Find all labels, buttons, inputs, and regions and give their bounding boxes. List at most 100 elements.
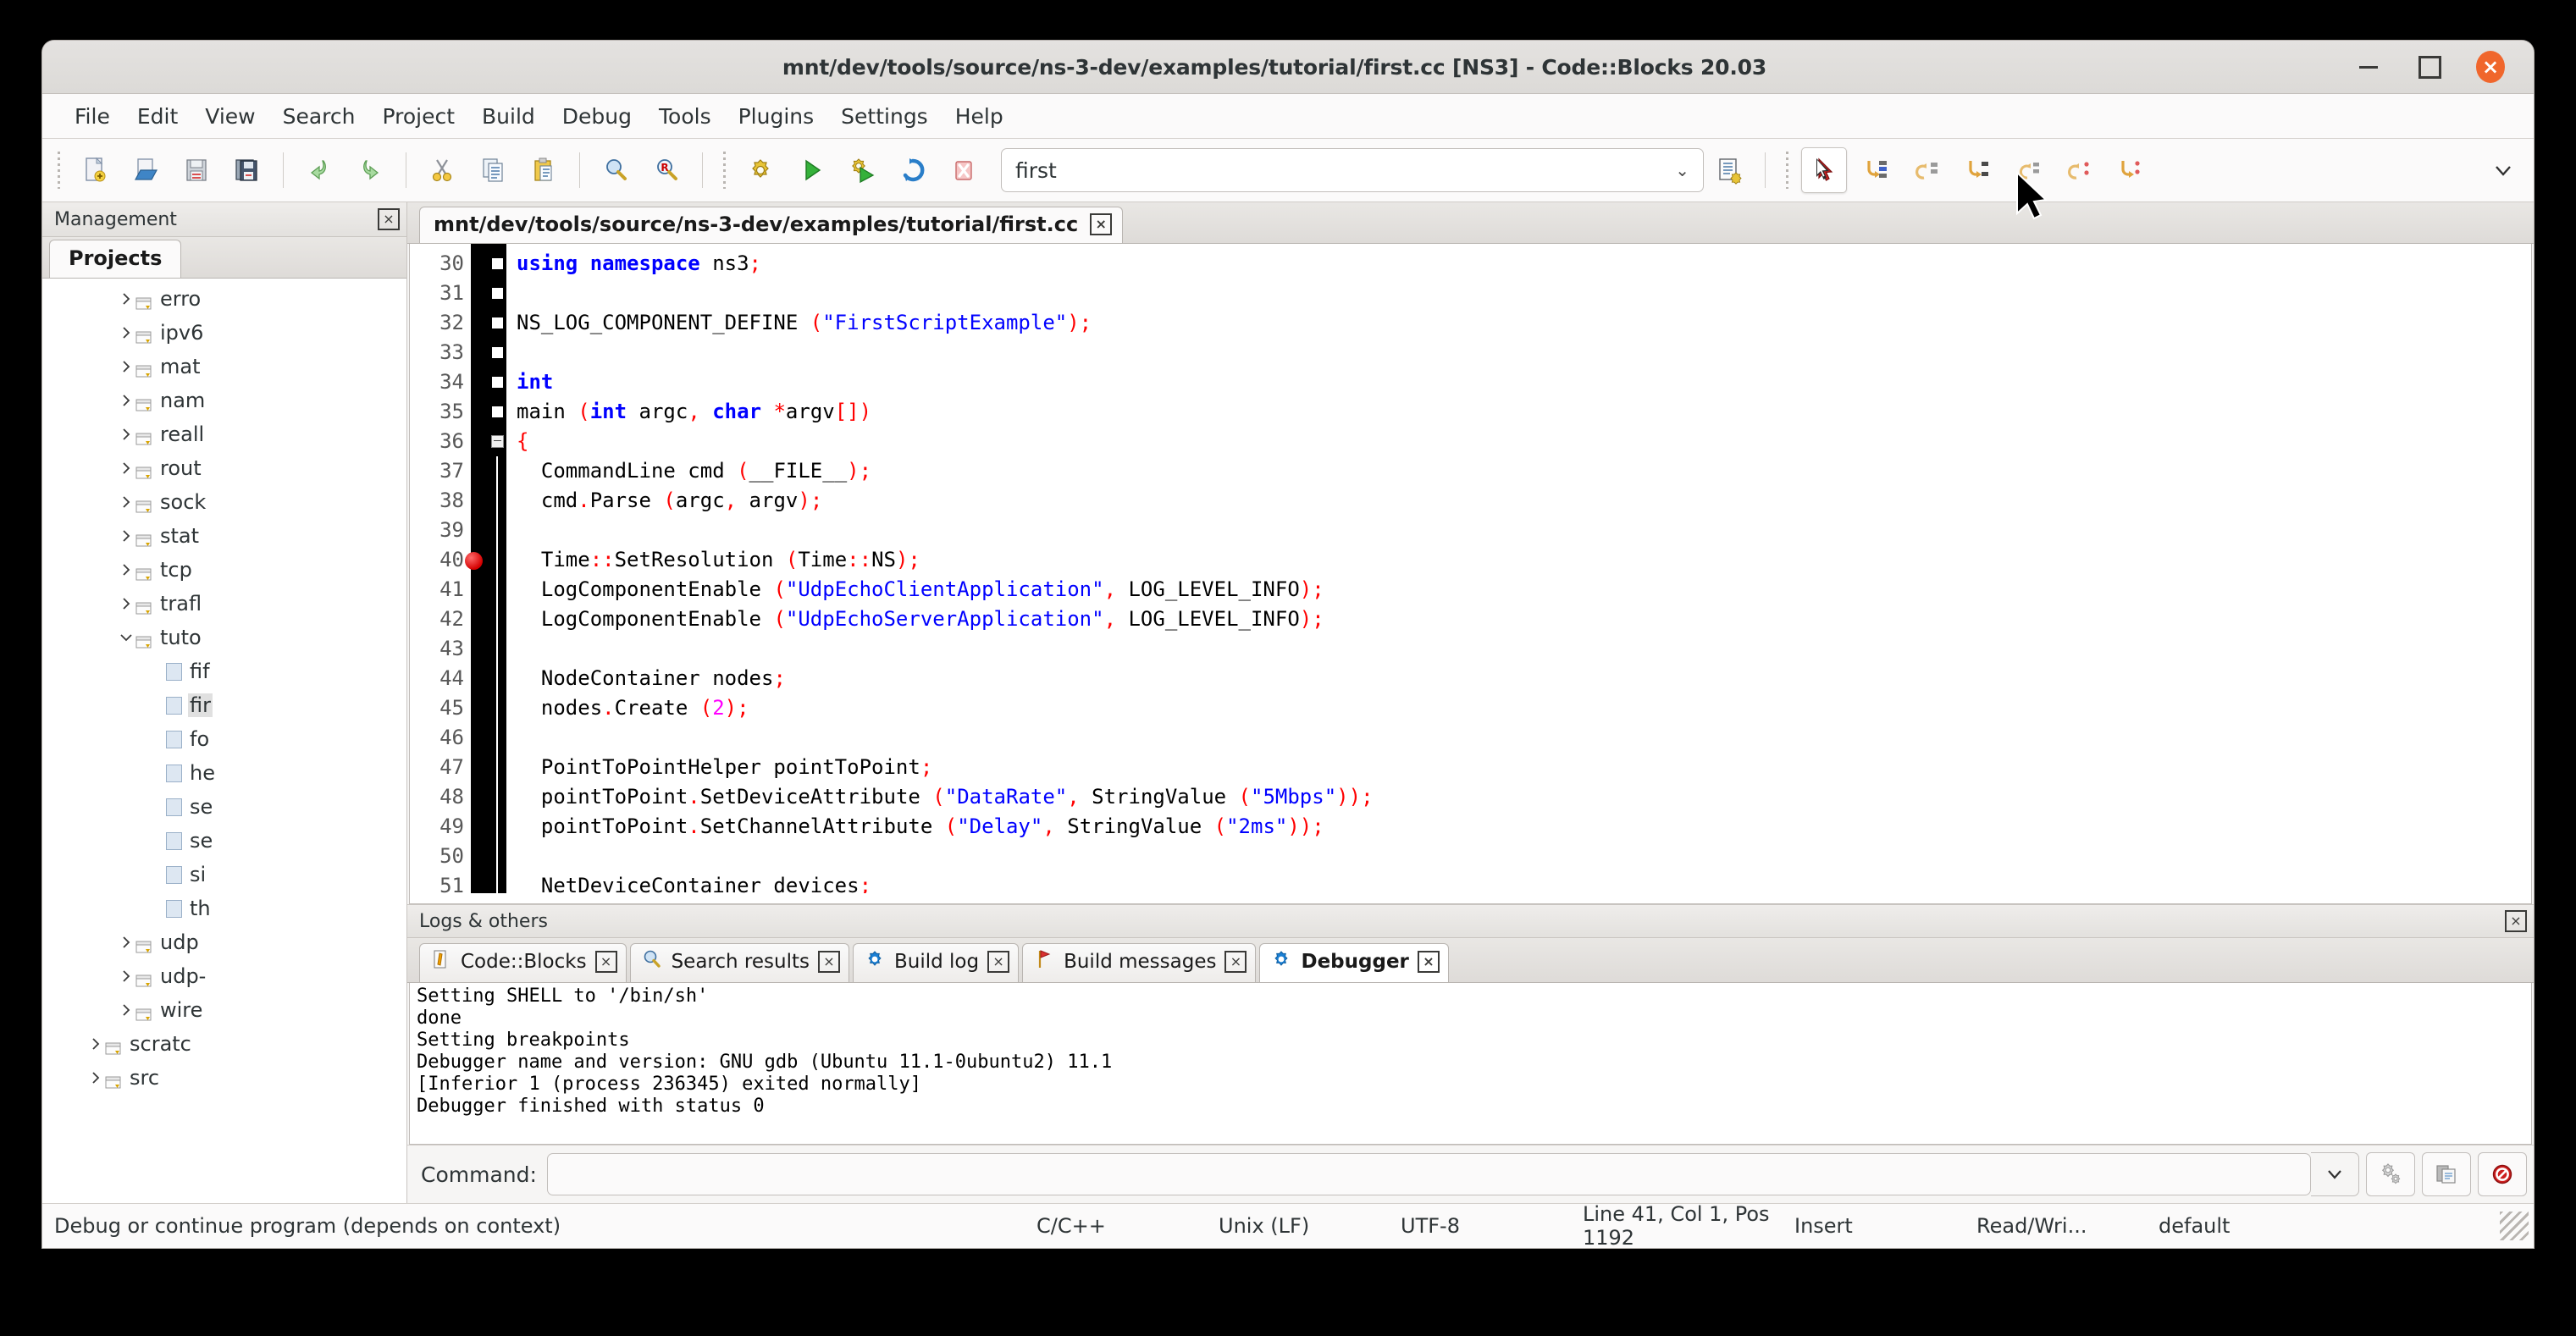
code-line[interactable]: NS_LOG_COMPONENT_DEFINE ("FirstScriptExa… <box>517 308 2531 338</box>
fold-margin-cell[interactable] <box>488 575 506 605</box>
tree-item[interactable]: sock <box>42 485 406 519</box>
fold-collapse-icon[interactable] <box>491 435 504 448</box>
chevron-right-icon[interactable] <box>86 1035 105 1053</box>
next-line-icon[interactable] <box>1854 148 1898 192</box>
tree-item[interactable]: src <box>42 1061 406 1095</box>
debug-continue-icon[interactable] <box>1801 147 1847 193</box>
breakpoint-margin-cell[interactable] <box>471 664 488 693</box>
tree-item[interactable]: fo <box>42 722 406 756</box>
cut-icon[interactable] <box>420 148 464 192</box>
minimize-button[interactable] <box>2354 52 2383 81</box>
fold-margin-cell[interactable] <box>488 782 506 812</box>
command-input[interactable] <box>547 1153 2311 1195</box>
code-line[interactable]: pointToPoint.SetDeviceAttribute ("DataRa… <box>517 782 2531 812</box>
fold-margin-cell[interactable] <box>488 812 506 842</box>
find-icon[interactable] <box>594 148 638 192</box>
fold-margin-cell[interactable] <box>488 308 506 338</box>
breakpoint-margin-cell[interactable] <box>471 753 488 782</box>
build-and-run-icon[interactable] <box>840 148 884 192</box>
step-into-icon[interactable] <box>1904 148 1949 192</box>
menu-build[interactable]: Build <box>468 99 549 134</box>
code-line[interactable]: using namespace ns3; <box>517 249 2531 279</box>
fold-margin-cell[interactable] <box>488 545 506 575</box>
fold-margin-cell[interactable] <box>488 605 506 634</box>
chevron-right-icon[interactable] <box>117 323 135 342</box>
chevron-right-icon[interactable] <box>117 391 135 410</box>
fold-margin-cell[interactable] <box>488 338 506 367</box>
log-tab-close-icon[interactable]: × <box>1418 951 1440 973</box>
fold-margin-cell[interactable] <box>488 516 506 545</box>
breakpoint-margin-cell[interactable] <box>471 338 488 367</box>
code-editor[interactable]: 3031323334353637383940414243444546474849… <box>409 244 2532 904</box>
chevron-right-icon[interactable] <box>117 594 135 613</box>
replace-icon[interactable]: R <box>644 148 688 192</box>
chevron-right-icon[interactable] <box>117 933 135 952</box>
chevron-right-icon[interactable] <box>117 967 135 985</box>
tree-item[interactable]: se <box>42 824 406 858</box>
toolbar-grip[interactable] <box>54 152 63 189</box>
code-line[interactable]: LogComponentEnable ("UdpEchoClientApplic… <box>517 575 2531 605</box>
tree-item[interactable]: stat <box>42 519 406 553</box>
chevron-right-icon[interactable] <box>117 290 135 308</box>
log-tab-build-messages[interactable]: Build messages× <box>1022 943 1256 982</box>
tree-item[interactable]: fir <box>42 688 406 722</box>
breakpoint-margin-cell[interactable] <box>471 723 488 753</box>
breakpoint-margin-cell[interactable] <box>471 367 488 397</box>
log-tab-code-blocks[interactable]: Code::Blocks× <box>419 943 627 982</box>
code-line[interactable]: { <box>517 427 2531 456</box>
breakpoint-margin-cell[interactable] <box>471 782 488 812</box>
code-line[interactable] <box>517 634 2531 664</box>
chevron-down-icon[interactable] <box>117 628 135 647</box>
fold-margin-cell[interactable] <box>488 427 506 456</box>
code-line[interactable]: NodeContainer nodes; <box>517 664 2531 693</box>
log-tab-close-icon[interactable]: × <box>818 951 840 973</box>
debugger-settings-icon[interactable] <box>2366 1152 2415 1196</box>
tree-item[interactable]: erro <box>42 282 406 316</box>
new-file-icon[interactable] <box>73 148 117 192</box>
tree-item[interactable]: trafl <box>42 587 406 621</box>
fold-margin-cell[interactable] <box>488 249 506 279</box>
breakpoint-gutter[interactable] <box>471 244 488 903</box>
code-line[interactable]: LogComponentEnable ("UdpEchoServerApplic… <box>517 605 2531 634</box>
project-tree[interactable]: erroipv6matnamreallroutsockstattcptraflt… <box>42 279 406 1203</box>
code-line[interactable] <box>517 842 2531 871</box>
menu-debug[interactable]: Debug <box>549 99 645 134</box>
tree-item[interactable]: udp- <box>42 959 406 993</box>
tree-item[interactable]: tuto <box>42 621 406 654</box>
fold-margin-cell[interactable] <box>488 367 506 397</box>
select-target-icon[interactable] <box>1707 148 1751 192</box>
breakpoint-margin-cell[interactable] <box>471 427 488 456</box>
build-target-combobox[interactable]: first ⌄ <box>1001 148 1704 192</box>
menu-view[interactable]: View <box>191 99 268 134</box>
breakpoint-margin-cell[interactable] <box>471 693 488 723</box>
code-fold-gutter[interactable] <box>488 244 506 903</box>
toolbar-overflow-chevron-down-icon[interactable] <box>2481 148 2525 192</box>
step-out-instruction-icon[interactable] <box>2108 148 2152 192</box>
command-history-chevron-down-icon[interactable] <box>2311 1152 2359 1196</box>
log-tab-debugger[interactable]: Debugger× <box>1259 943 1448 982</box>
toolbar-grip[interactable] <box>1783 152 1791 189</box>
code-line[interactable] <box>517 338 2531 367</box>
code-line[interactable]: nodes.Create (2); <box>517 693 2531 723</box>
code-line[interactable]: int <box>517 367 2531 397</box>
chevron-right-icon[interactable] <box>117 527 135 545</box>
chevron-down-icon[interactable]: ⌄ <box>1675 160 1689 180</box>
breakpoint-margin-cell[interactable] <box>471 545 488 575</box>
close-button[interactable]: × <box>2476 52 2505 81</box>
editor-tab-close-icon[interactable]: × <box>1090 213 1112 235</box>
tree-item[interactable]: fif <box>42 654 406 688</box>
editor-tab-first-cc[interactable]: mnt/dev/tools/source/ns-3-dev/examples/t… <box>419 207 1123 243</box>
copy-icon[interactable] <box>471 148 515 192</box>
menu-help[interactable]: Help <box>942 99 1017 134</box>
breakpoint-margin-cell[interactable] <box>471 486 488 516</box>
breakpoint-margin-cell[interactable] <box>471 516 488 545</box>
menu-search[interactable]: Search <box>269 99 369 134</box>
breakpoint-margin-cell[interactable] <box>471 605 488 634</box>
tree-item[interactable]: udp <box>42 925 406 959</box>
code-line[interactable] <box>517 279 2531 308</box>
tree-item[interactable]: reall <box>42 417 406 451</box>
code-line[interactable]: cmd.Parse (argc, argv); <box>517 486 2531 516</box>
code-line[interactable]: pointToPoint.SetChannelAttribute ("Delay… <box>517 812 2531 842</box>
breakpoint-margin-cell[interactable] <box>471 842 488 871</box>
tree-item[interactable]: se <box>42 790 406 824</box>
